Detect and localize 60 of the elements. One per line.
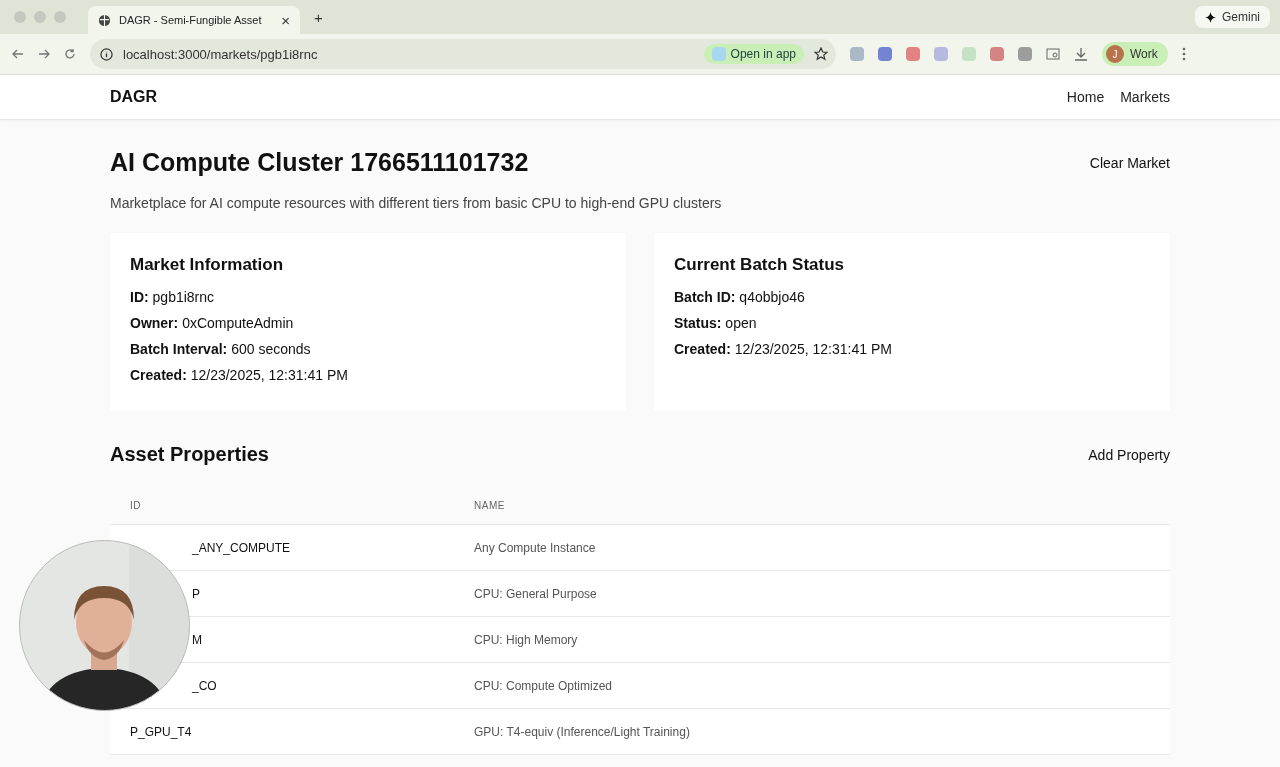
more-icon[interactable]: [1181, 47, 1186, 61]
table-cell-text: _ANY_COMPUTE: [191, 540, 291, 555]
globe-icon: [98, 13, 111, 27]
address-bar[interactable]: localhost:3000/markets/pgb1i8rnc Open in app: [90, 39, 836, 69]
extension-icon[interactable]: [990, 47, 1004, 61]
tab-title: DAGR - Semi-Fungible Asset: [119, 14, 263, 26]
avatar: J: [1106, 45, 1124, 63]
url-text: localhost:3000/markets/pgb1i8rnc: [123, 46, 319, 62]
card-title: Market Information: [130, 255, 285, 275]
table-cell-text: P: [191, 586, 200, 601]
table-cell-text: CPU: High Memory: [473, 632, 579, 647]
table-cell-text: CPU: General Purpose: [473, 586, 598, 601]
extension-icon[interactable]: [878, 47, 892, 61]
info-field: Batch Interval: 600 seconds: [130, 341, 606, 357]
page-title: AI Compute Cluster 1766511101732: [110, 148, 529, 177]
page-description: Marketplace for AI compute resources with different tiers from basic CPU to high-end GPU clusters: [110, 195, 723, 211]
nav-link[interactable]: Home: [1066, 89, 1105, 105]
extension-icon[interactable]: [850, 47, 864, 61]
extension-icon[interactable]: [1018, 47, 1032, 61]
window-control[interactable]: [54, 11, 66, 23]
tab-close-button[interactable]: ×: [281, 11, 290, 29]
info-field: Status: open: [674, 315, 1150, 331]
column-header: NAME: [473, 499, 506, 511]
extension-icon[interactable]: [934, 47, 948, 61]
card-title: Current Batch Status: [674, 255, 846, 275]
table-cell-text: _CO: [191, 678, 217, 693]
table-cell-text: Any Compute Instance: [473, 540, 597, 555]
info-field: Created: 12/23/2025, 12:31:41 PM: [674, 341, 1150, 357]
info-field: Created: 12/23/2025, 12:31:41 PM: [130, 367, 606, 383]
new-tab-button[interactable]: +: [308, 7, 329, 27]
tab-search-icon[interactable]: [1046, 48, 1060, 60]
star-icon[interactable]: [814, 47, 828, 61]
brand-logo[interactable]: DAGR: [110, 88, 158, 106]
column-header: ID: [129, 499, 142, 511]
nav-link[interactable]: Markets: [1120, 89, 1170, 105]
clear-market-button[interactable]: Clear Market: [1089, 154, 1170, 171]
gemini-button[interactable]: Gemini: [1195, 6, 1270, 28]
table-cell-text: GPU: T4-equiv (Inference/Light Training): [473, 724, 691, 739]
info-field: Batch ID: q4obbjo46: [674, 289, 1150, 305]
download-icon[interactable]: [1074, 47, 1088, 61]
section-title: Asset Properties: [110, 443, 269, 466]
extension-icon[interactable]: [962, 47, 976, 61]
table-cell-text: P_GPU_T4: [129, 724, 192, 739]
info-icon: [100, 47, 113, 61]
back-icon[interactable]: [12, 48, 24, 60]
table-cell-text: CPU: Compute Optimized: [473, 678, 614, 693]
browser-tab[interactable]: DAGR - Semi-Fungible Asset ×: [88, 6, 300, 34]
table-cell-text: M: [191, 632, 202, 647]
open-in-app-button[interactable]: Open in app: [703, 44, 804, 64]
forward-icon[interactable]: [38, 48, 50, 60]
info-field: ID: pgb1i8rnc: [130, 289, 606, 305]
app-icon: [711, 47, 726, 61]
info-field: Owner: 0xComputeAdmin: [130, 315, 606, 331]
window-control[interactable]: [14, 11, 26, 23]
extension-icon[interactable]: [906, 47, 920, 61]
reload-icon[interactable]: [64, 48, 76, 60]
sparkle-icon: [1205, 11, 1216, 23]
window-control[interactable]: [34, 11, 46, 23]
profile-button[interactable]: J Work: [1102, 42, 1168, 66]
add-property-button[interactable]: Add Property: [1088, 446, 1170, 463]
